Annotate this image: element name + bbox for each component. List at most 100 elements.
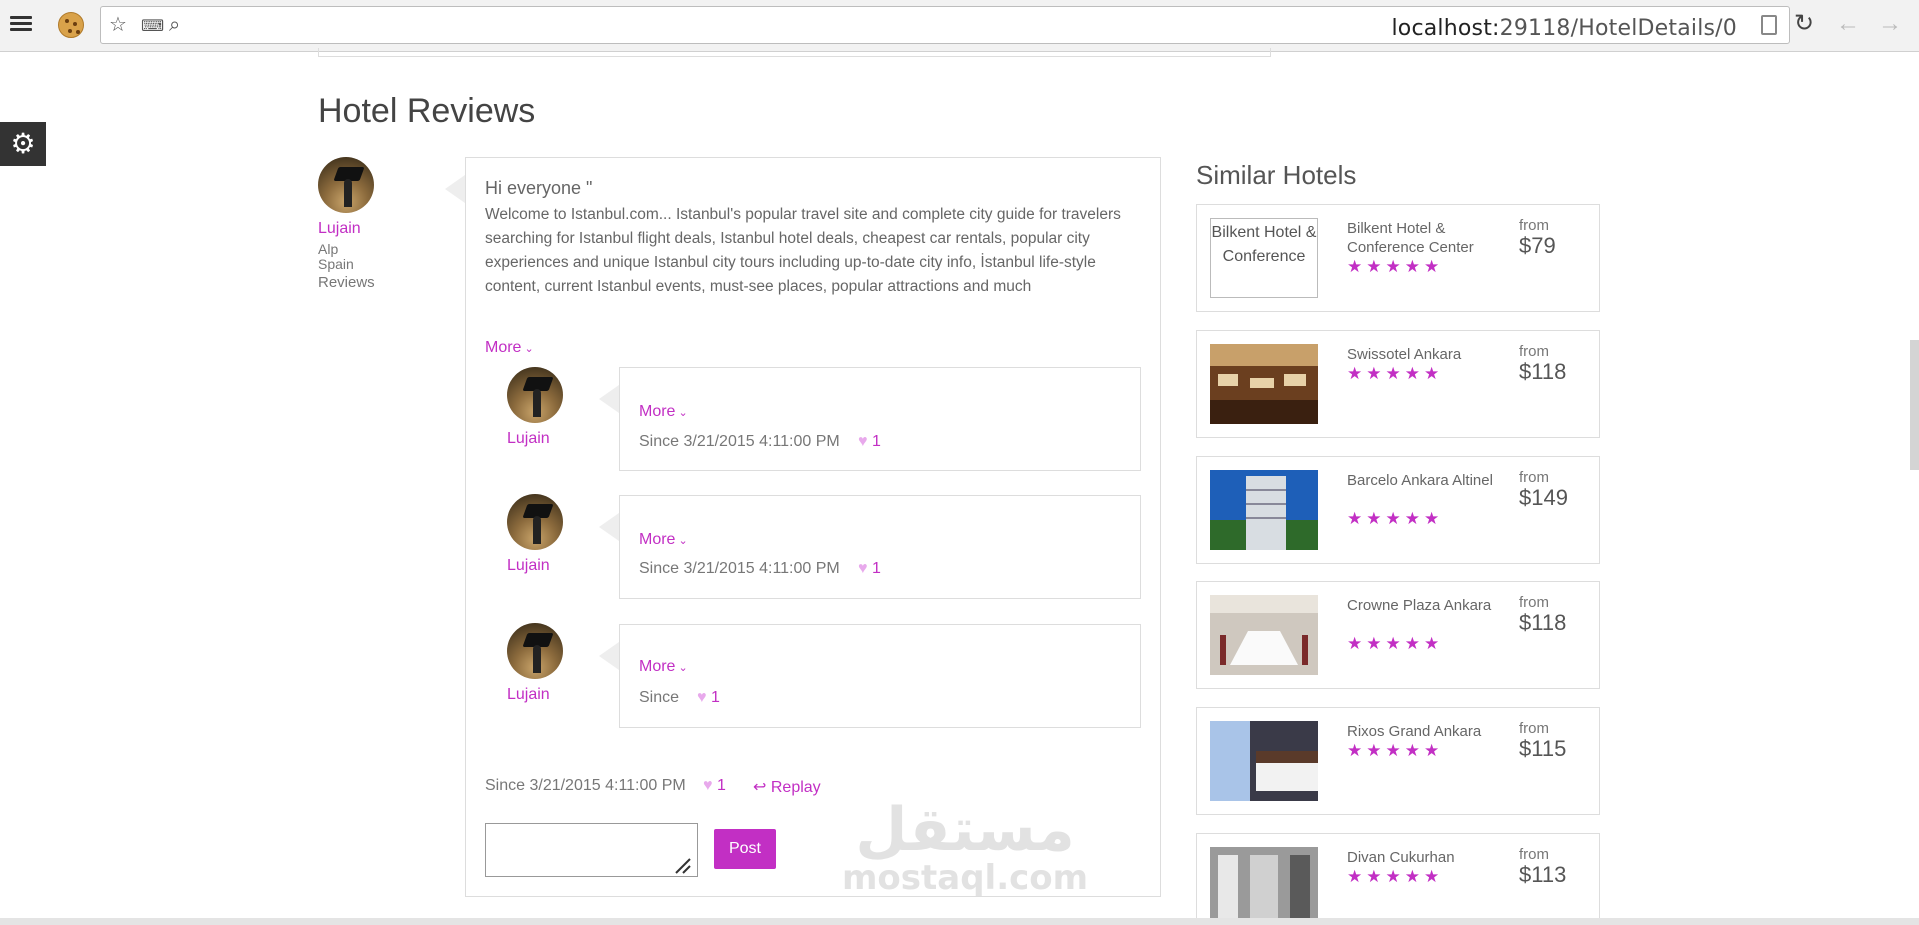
heart-icon: ♥ xyxy=(858,560,868,577)
chevron-down-icon: ⌄ xyxy=(524,343,534,355)
hotel-image[interactable] xyxy=(1210,344,1318,424)
hotel-card[interactable]: Barcelo Ankara Altinel ★★★★★ from $149 xyxy=(1196,456,1600,564)
comment-input[interactable] xyxy=(485,823,698,877)
star-rating: ★★★★★ xyxy=(1347,867,1444,886)
avatar xyxy=(507,623,563,679)
more-label: More xyxy=(639,403,676,420)
reply-like[interactable]: ♥ 1 xyxy=(697,689,720,707)
more-label: More xyxy=(485,339,522,356)
resize-handle-icon[interactable] xyxy=(672,855,692,875)
hotel-card[interactable]: Rixos Grand Ankara ★★★★★ from $115 xyxy=(1196,707,1600,815)
reply-more-link[interactable]: More ⌄ xyxy=(639,531,688,549)
reply-like[interactable]: ♥ 1 xyxy=(858,560,881,578)
review-like[interactable]: ♥ 1 xyxy=(703,777,726,795)
like-count: 1 xyxy=(710,689,720,706)
reply-more-link[interactable]: More ⌄ xyxy=(639,658,688,676)
post-button[interactable]: Post xyxy=(714,829,776,869)
hotel-card[interactable]: Swissotel Ankara ★★★★★ from $118 xyxy=(1196,330,1600,438)
reply-card xyxy=(619,624,1141,728)
like-count: 1 xyxy=(716,777,726,794)
heart-icon: ♥ xyxy=(697,689,707,706)
reply-pointer xyxy=(599,385,619,413)
reply-more-link[interactable]: More ⌄ xyxy=(639,403,688,421)
price-from-label: from xyxy=(1519,217,1549,234)
avatar xyxy=(507,494,563,550)
review-more-link[interactable]: More ⌄ xyxy=(485,339,534,357)
reviewer-detail: Alp xyxy=(318,241,339,257)
hotel-image[interactable] xyxy=(1210,847,1318,925)
back-arrow-icon[interactable]: ← xyxy=(1836,10,1860,38)
watermark-latin: mostaql.com xyxy=(842,858,1089,898)
avatar xyxy=(318,157,374,213)
reviewer-name[interactable]: Lujain xyxy=(318,220,361,238)
reply-timestamp: Since 3/21/2015 4:11:00 PM xyxy=(639,560,840,577)
reviewer-reviews-link[interactable]: Reviews xyxy=(318,275,375,290)
hotel-name[interactable]: Crowne Plaza Ankara xyxy=(1347,596,1497,615)
hotel-image[interactable] xyxy=(1210,721,1318,801)
hotel-name[interactable]: Rixos Grand Ankara xyxy=(1347,722,1497,741)
hotel-name[interactable]: Bilkent Hotel & Conference Center xyxy=(1347,219,1497,257)
hotel-card[interactable]: Crowne Plaza Ankara ★★★★★ from $118 xyxy=(1196,581,1600,689)
url-text[interactable]: localhost:29118/HotelDetails/0 xyxy=(1391,16,1737,41)
hotel-price: $149 xyxy=(1519,485,1568,510)
replay-label: Replay xyxy=(770,779,821,796)
reply-pointer xyxy=(599,513,619,541)
hotel-image[interactable] xyxy=(1210,470,1318,550)
star-rating: ★★★★★ xyxy=(1347,364,1444,383)
hotel-name[interactable]: Swissotel Ankara xyxy=(1347,345,1497,364)
reply-author[interactable]: Lujain xyxy=(507,557,550,575)
avatar xyxy=(507,367,563,423)
reply-timestamp: Since 3/21/2015 4:11:00 PM xyxy=(639,433,840,450)
hotel-card[interactable]: Bilkent Hotel & Conference Bilkent Hotel… xyxy=(1196,204,1600,312)
url-host: localhost: xyxy=(1391,16,1500,41)
more-label: More xyxy=(639,531,676,548)
heart-icon: ♥ xyxy=(858,433,868,450)
page-icon xyxy=(1761,15,1777,35)
reply-pointer xyxy=(599,642,619,670)
heart-icon: ♥ xyxy=(703,777,713,794)
price-from-label: from xyxy=(1519,720,1549,737)
similar-hotels-title: Similar Hotels xyxy=(1196,160,1357,190)
review-title: Hi everyone " xyxy=(485,178,593,198)
hotel-price: $118 xyxy=(1519,610,1567,635)
vertical-scrollbar[interactable] xyxy=(1910,340,1919,470)
hamburger-menu-icon[interactable] xyxy=(10,13,34,37)
like-count: 1 xyxy=(871,433,881,450)
reply-card xyxy=(619,367,1141,471)
address-bar[interactable]: ☆ ⌨ ⌕ localhost:29118/HotelDetails/0 xyxy=(100,6,1790,44)
chevron-down-icon: ⌄ xyxy=(678,535,688,547)
settings-gear-icon[interactable]: ⚙ xyxy=(0,122,46,166)
hotel-name[interactable]: Divan Cukurhan xyxy=(1347,848,1497,867)
translate-icon[interactable]: ⌨ xyxy=(141,17,164,37)
star-rating: ★★★★★ xyxy=(1347,741,1444,760)
reply-card xyxy=(619,495,1141,599)
cookie-icon[interactable] xyxy=(58,12,84,38)
hotel-price: $79 xyxy=(1519,233,1556,258)
watermark-arabic: مستقل xyxy=(855,795,1075,865)
forward-arrow-icon[interactable]: → xyxy=(1878,10,1902,38)
browser-toolbar: ☆ ⌨ ⌕ localhost:29118/HotelDetails/0 ↻ ←… xyxy=(0,0,1919,52)
chevron-down-icon: ⌄ xyxy=(678,407,688,419)
search-icon[interactable]: ⌕ xyxy=(169,15,180,35)
reply-timestamp: Since xyxy=(639,689,680,706)
hotel-price: $115 xyxy=(1519,736,1567,761)
review-timestamp: Since 3/21/2015 4:11:00 PM xyxy=(485,777,686,794)
reply-arrow-icon: ↩ xyxy=(753,779,767,796)
review-body: Welcome to Istanbul.com... Istanbul's po… xyxy=(485,206,1121,295)
reply-author[interactable]: Lujain xyxy=(507,430,550,448)
horizontal-scrollbar[interactable] xyxy=(0,918,1919,925)
replay-link[interactable]: ↩ Replay xyxy=(753,777,821,797)
reply-like[interactable]: ♥ 1 xyxy=(858,433,881,451)
price-from-label: from xyxy=(1519,846,1549,863)
hotel-card[interactable]: Divan Cukurhan ★★★★★ from $113 xyxy=(1196,833,1600,925)
reload-icon[interactable]: ↻ xyxy=(1794,10,1814,38)
hotel-price: $113 xyxy=(1519,862,1567,887)
hotel-name[interactable]: Barcelo Ankara Altinel xyxy=(1347,471,1497,490)
url-path: 29118/HotelDetails/0 xyxy=(1499,16,1737,41)
previous-section-border xyxy=(318,48,1271,57)
star-rating: ★★★★★ xyxy=(1347,257,1444,276)
hotel-image-broken[interactable]: Bilkent Hotel & Conference xyxy=(1210,218,1318,298)
star-icon[interactable]: ☆ xyxy=(109,15,127,35)
reply-author[interactable]: Lujain xyxy=(507,686,550,704)
hotel-image[interactable] xyxy=(1210,595,1318,675)
